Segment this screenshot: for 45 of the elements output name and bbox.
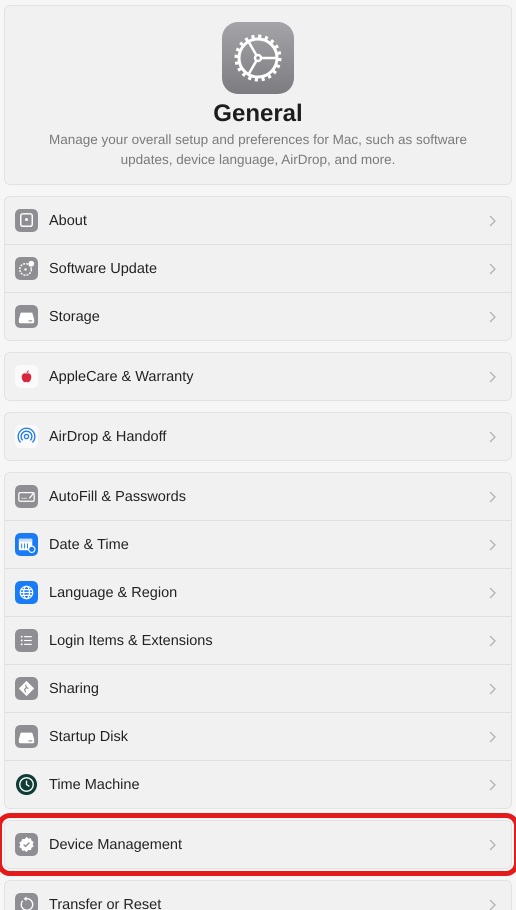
gear-icon (15, 257, 38, 280)
settings-item[interactable]: Date & Time (49, 536, 478, 552)
chevron-icon (489, 538, 496, 550)
page-title: General (213, 100, 303, 128)
settings-item[interactable]: Software Update (49, 260, 478, 276)
apple-icon (15, 365, 38, 388)
settings-item[interactable]: Transfer or Reset (49, 896, 478, 910)
keyboard-icon (15, 485, 38, 508)
chevron-icon (489, 214, 496, 226)
list-icon (15, 629, 38, 652)
settings-item[interactable]: AppleCare & Warranty (49, 368, 478, 384)
chevron-icon (489, 682, 496, 694)
drive-icon (15, 305, 38, 328)
settings-item[interactable]: Language & Region (49, 584, 478, 600)
settings-item[interactable]: Login Items & Extensions (49, 632, 478, 648)
settings-item[interactable]: Storage (49, 308, 478, 324)
settings-item[interactable]: Sharing (49, 680, 478, 696)
gear-icon (222, 22, 294, 94)
calendar-icon (15, 533, 38, 556)
chevron-icon (489, 430, 496, 442)
chevron-icon (489, 310, 496, 322)
page-description: Manage your overall setup and preferences for Mac, such as software updates, device language, AirDrop, and more. (48, 131, 468, 169)
chevron-icon (489, 838, 496, 850)
settings-item[interactable]: Time Machine (49, 776, 478, 792)
airdrop-icon (15, 425, 38, 448)
check-badge-icon (15, 833, 38, 856)
settings-item[interactable]: AirDrop & Handoff (49, 428, 478, 444)
chevron-icon (489, 262, 496, 274)
chevron-icon (489, 730, 496, 742)
settings-item[interactable]: Startup Disk (49, 728, 478, 744)
diamond-sign-icon (15, 677, 38, 700)
chevron-icon (489, 634, 496, 646)
reset-icon (15, 893, 38, 910)
settings-item[interactable]: AutoFill & Passwords (49, 488, 478, 504)
device-icon (15, 209, 38, 232)
settings-item[interactable]: About (49, 212, 478, 228)
clock-icon (15, 773, 38, 796)
chevron-icon (489, 586, 496, 598)
chevron-icon (489, 370, 496, 382)
globe-icon (15, 581, 38, 604)
settings-item[interactable]: Device Management (49, 836, 478, 852)
chevron-icon (489, 490, 496, 502)
chevron-icon (489, 778, 496, 790)
chevron-icon (489, 898, 496, 910)
drive-icon (15, 725, 38, 748)
